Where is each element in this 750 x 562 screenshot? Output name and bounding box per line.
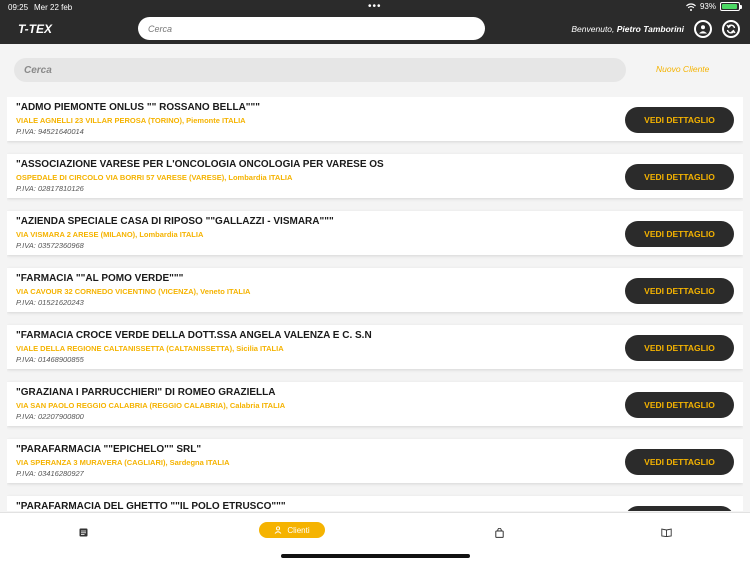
wifi-icon	[686, 2, 696, 11]
client-card[interactable]: "PARAFARMACIA DEL GHETTO ""IL POLO ETRUS…	[7, 496, 743, 511]
status-date: Mer 22 feb	[34, 3, 73, 12]
client-piva: P.IVA: 01521620243	[16, 298, 84, 307]
client-search-input[interactable]	[14, 58, 626, 82]
client-piva: P.IVA: 01468900855	[16, 355, 84, 364]
status-bar: 09:25 Mer 22 feb ••• 93%	[0, 0, 750, 14]
view-detail-button[interactable]: VEDI DETTAGLIO	[625, 278, 734, 304]
client-card[interactable]: "FARMACIA ""AL POMO VERDE""" VIA CAVOUR …	[7, 268, 743, 312]
book-icon[interactable]	[661, 528, 672, 537]
client-card[interactable]: "ADMO PIEMONTE ONLUS "" ROSSANO BELLA"""…	[7, 97, 743, 141]
client-card[interactable]: "GRAZIANA I PARRUCCHIERI" DI ROMEO GRAZI…	[7, 382, 743, 426]
top-bar: T-TEX Benvenuto, Pietro Tamborini	[0, 14, 750, 44]
user-name: Pietro Tamborini	[616, 24, 684, 34]
client-address: OSPEDALE DI CIRCOLO VIA BORRI 57 VARESE …	[16, 173, 293, 182]
client-name: "PARAFARMACIA ""EPICHELO"" SRL"	[16, 444, 202, 455]
client-address: VIA CAVOUR 32 CORNEDO VICENTINO (VICENZA…	[16, 287, 251, 296]
welcome-text: Benvenuto, Pietro Tamborini	[571, 24, 684, 34]
view-detail-button[interactable]: VEDI DETTAGLIO	[625, 449, 734, 475]
client-card[interactable]: "FARMACIA CROCE VERDE DELLA DOTT.SSA ANG…	[7, 325, 743, 369]
client-piva: P.IVA: 03416280927	[16, 469, 84, 478]
header-search-input[interactable]	[138, 17, 485, 40]
multitasking-dots-icon[interactable]: •••	[368, 1, 382, 12]
client-piva: P.IVA: 02817810126	[16, 184, 84, 193]
battery-percent: 93%	[699, 2, 716, 11]
tab-clienti-label: Clienti	[287, 525, 310, 535]
client-card[interactable]: "PARAFARMACIA ""EPICHELO"" SRL" VIA SPER…	[7, 439, 743, 483]
tab-bar: Clienti	[0, 512, 750, 562]
client-card[interactable]: "AZIENDA SPECIALE CASA DI RIPOSO ""GALLA…	[7, 211, 743, 255]
view-detail-button[interactable]: VEDI DETTAGLIO	[625, 107, 734, 133]
app-logo: T-TEX	[18, 22, 53, 36]
document-icon[interactable]	[79, 528, 88, 537]
welcome-prefix: Benvenuto,	[571, 24, 617, 34]
client-name: "FARMACIA CROCE VERDE DELLA DOTT.SSA ANG…	[16, 330, 372, 341]
new-client-button[interactable]: Nuovo Cliente	[656, 64, 709, 74]
client-piva: P.IVA: 02207900800	[16, 412, 84, 421]
client-name: "ADMO PIEMONTE ONLUS "" ROSSANO BELLA"""	[16, 102, 261, 113]
client-list[interactable]: "ADMO PIEMONTE ONLUS "" ROSSANO BELLA"""…	[7, 97, 743, 511]
client-name: "FARMACIA ""AL POMO VERDE"""	[16, 273, 184, 284]
client-piva: P.IVA: 94521640014	[16, 127, 84, 136]
home-indicator[interactable]	[281, 554, 470, 558]
status-right: 93%	[686, 2, 742, 11]
client-address: VIALE DELLA REGIONE CALTANISSETTA (CALTA…	[16, 344, 284, 353]
client-name: "AZIENDA SPECIALE CASA DI RIPOSO ""GALLA…	[16, 216, 334, 227]
client-card[interactable]: "ASSOCIAZIONE VARESE PER L'ONCOLOGIA ONC…	[7, 154, 743, 198]
view-detail-button[interactable]: VEDI DETTAGLIO	[625, 335, 734, 361]
client-address: VIA SPERANZA 3 MURAVERA (CAGLIARI), Sard…	[16, 458, 230, 467]
view-detail-button[interactable]: VEDI DETTAGLIO	[625, 164, 734, 190]
view-detail-button[interactable]: VEDI DETTAGLIO	[625, 221, 734, 247]
client-address: VIALE AGNELLI 23 VILLAR PEROSA (TORINO),…	[16, 116, 246, 125]
client-name: "GRAZIANA I PARRUCCHIERI" DI ROMEO GRAZI…	[16, 387, 276, 398]
user-icon	[275, 526, 282, 534]
client-piva: P.IVA: 03572360968	[16, 241, 84, 250]
shopping-bag-icon[interactable]	[495, 528, 504, 538]
client-name: "ASSOCIAZIONE VARESE PER L'ONCOLOGIA ONC…	[16, 159, 384, 170]
user-icon[interactable]	[694, 20, 712, 38]
view-detail-button[interactable]	[625, 506, 734, 511]
sync-icon[interactable]	[722, 20, 740, 38]
client-name: "PARAFARMACIA DEL GHETTO ""IL POLO ETRUS…	[16, 501, 286, 511]
client-address: VIA SAN PAOLO REGGIO CALABRIA (REGGIO CA…	[16, 401, 286, 410]
tab-clienti[interactable]: Clienti	[259, 522, 325, 538]
client-address: VIA VISMARA 2 ARESE (MILANO), Lombardia …	[16, 230, 204, 239]
view-detail-button[interactable]: VEDI DETTAGLIO	[625, 392, 734, 418]
status-time: 09:25	[8, 3, 29, 12]
battery-icon	[720, 2, 742, 11]
